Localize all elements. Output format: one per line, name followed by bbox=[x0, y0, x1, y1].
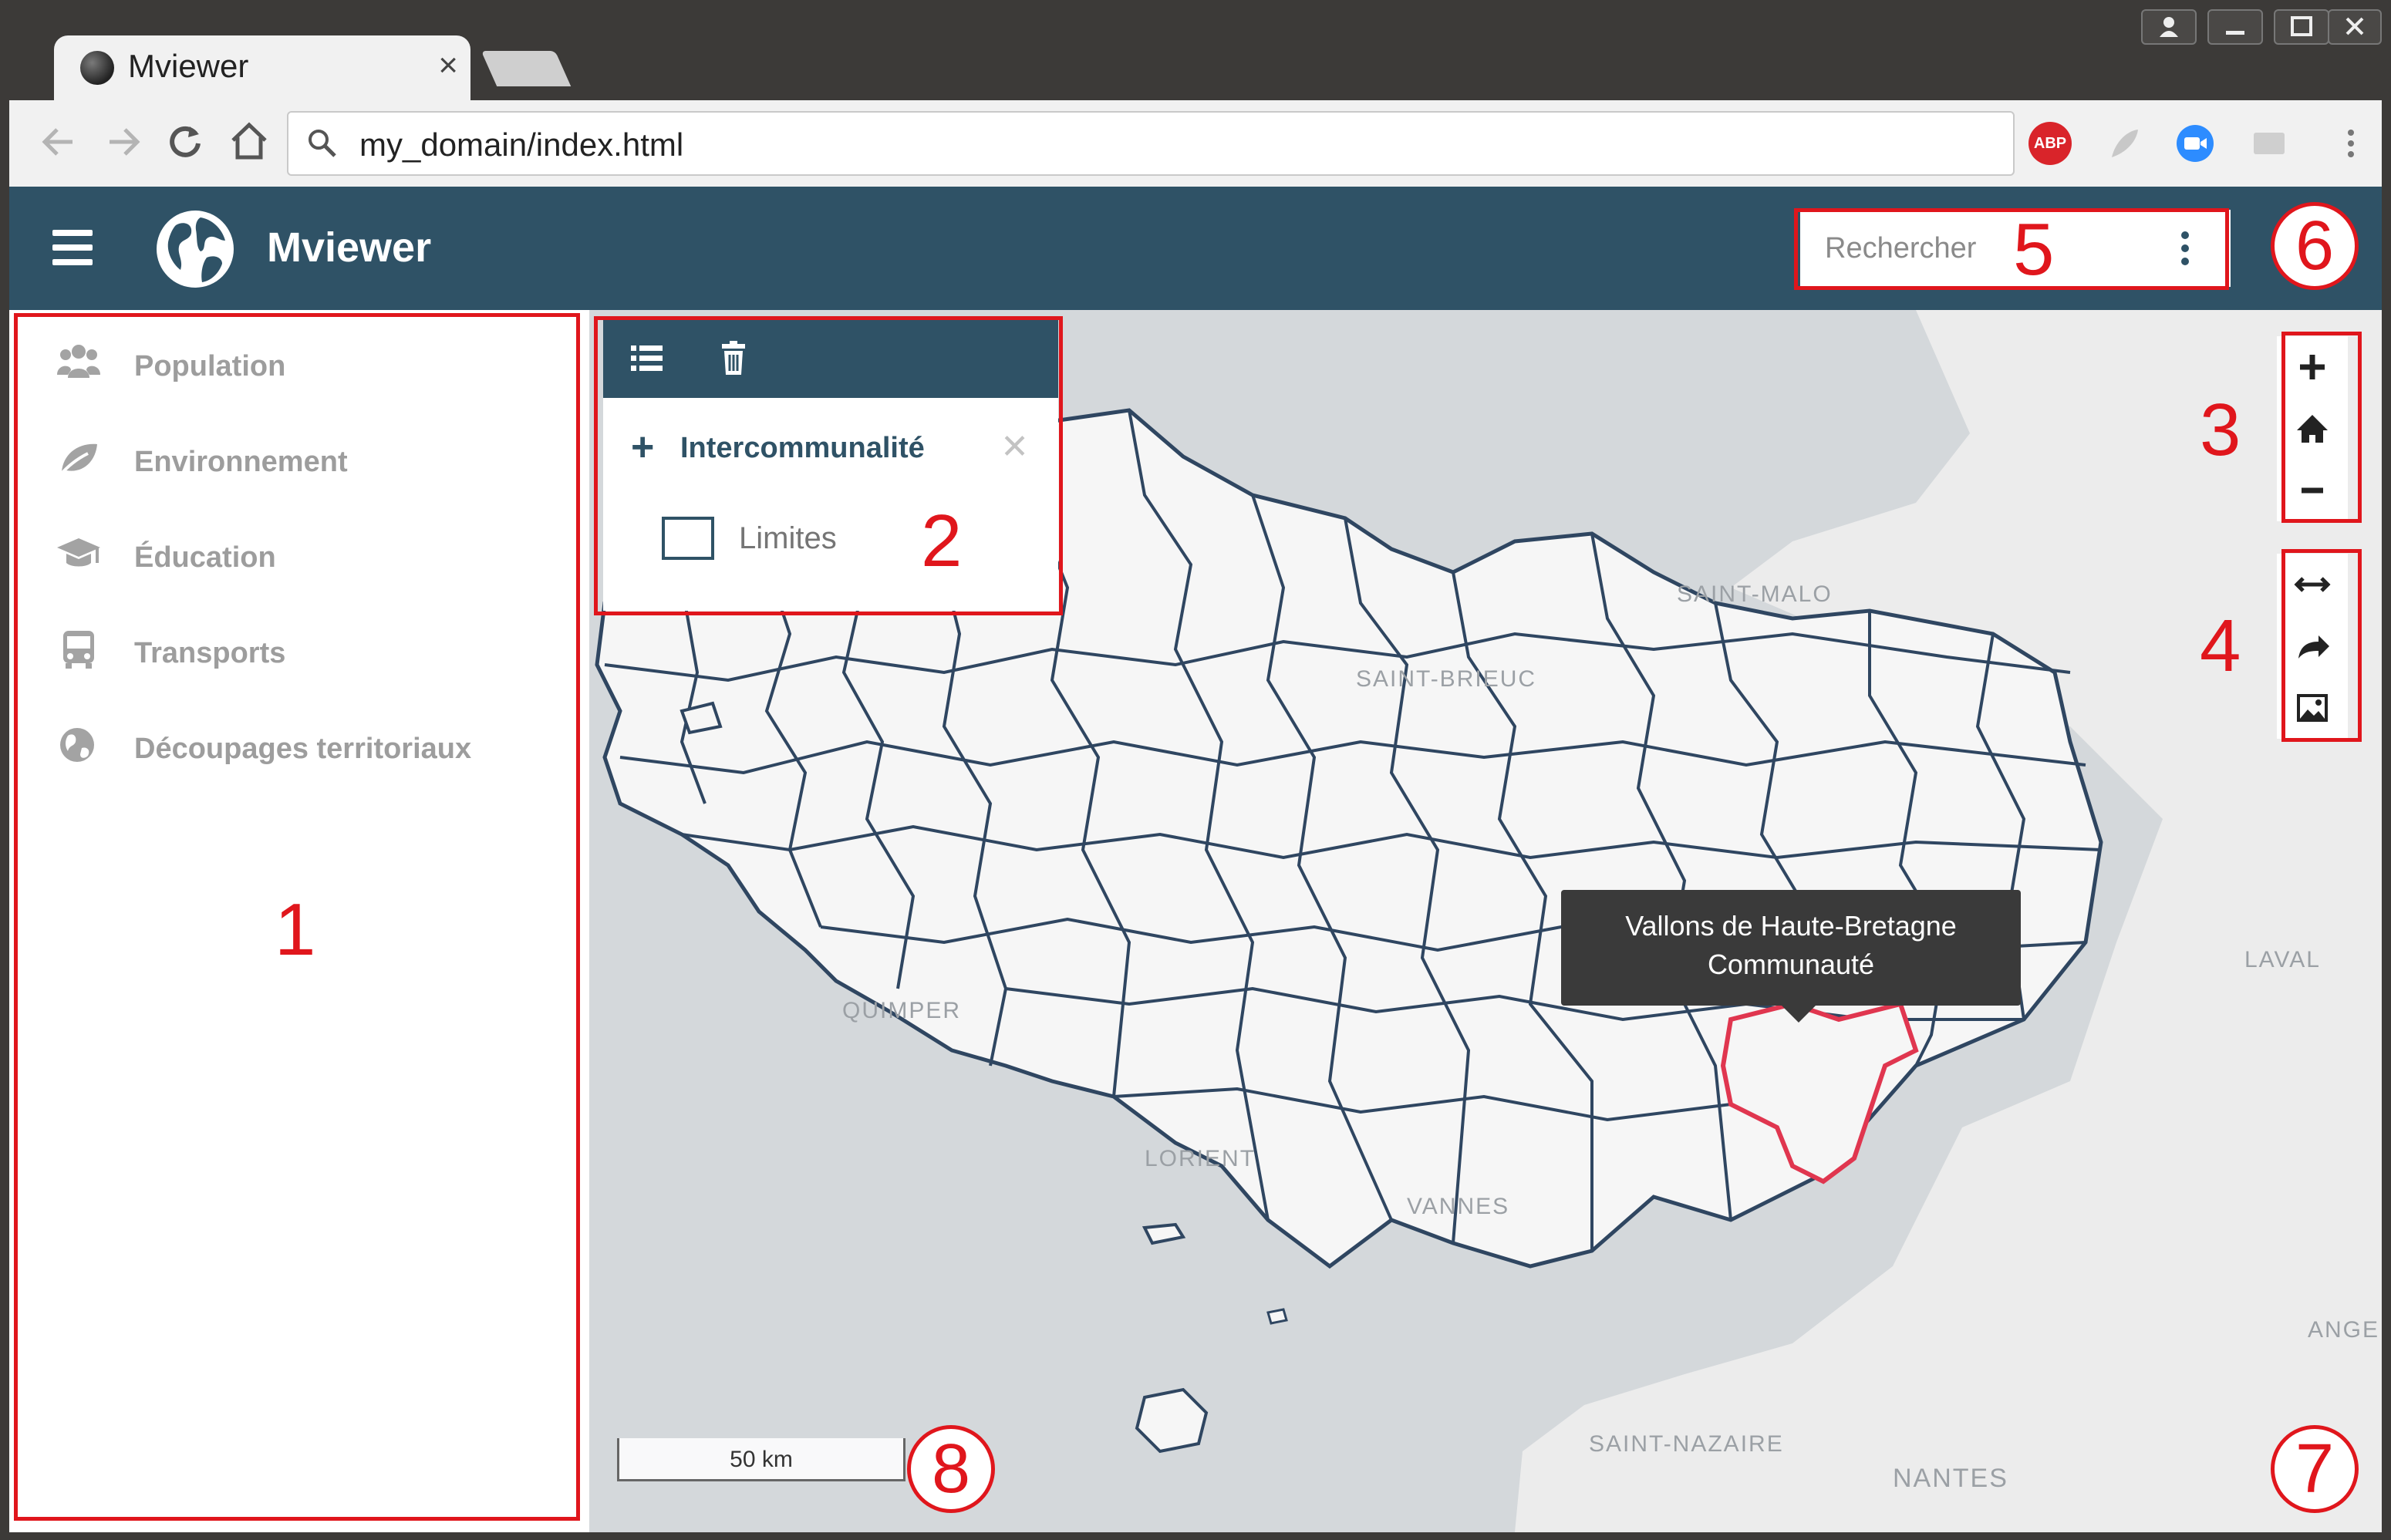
city-label-quimper: QUIMPER bbox=[842, 998, 962, 1023]
tooltip-subtitle: Communauté bbox=[1707, 949, 1875, 980]
browser-titlebar: Mviewer × bbox=[0, 0, 2391, 102]
browser-toolbar: my_domain/index.html ABP bbox=[9, 100, 2382, 187]
search-icon bbox=[309, 130, 336, 157]
hamburger-menu-icon[interactable] bbox=[52, 230, 93, 265]
city-label-saint-malo: SAINT-MALO bbox=[1677, 581, 1833, 607]
annotation-number: 3 bbox=[2200, 389, 2241, 471]
annotation-box-search bbox=[1794, 208, 2229, 290]
annotation-box-layer-panel bbox=[594, 316, 1063, 615]
address-bar[interactable]: my_domain/index.html bbox=[287, 111, 2015, 176]
minimize-window-icon[interactable] bbox=[2207, 9, 2263, 45]
annotation-box-zoom bbox=[2281, 332, 2362, 523]
annotation-number: 4 bbox=[2200, 605, 2241, 687]
scale-bar: 50 km bbox=[617, 1438, 905, 1481]
city-label-laval: LAVAL bbox=[2244, 947, 2321, 972]
tab-close-icon[interactable]: × bbox=[438, 46, 458, 85]
globe-favicon-icon bbox=[80, 51, 114, 85]
city-label-lorient: LORIENT bbox=[1145, 1146, 1256, 1171]
forward-arrow-icon[interactable] bbox=[102, 120, 145, 163]
cast-icon[interactable] bbox=[2248, 122, 2291, 165]
browser-tab[interactable]: Mviewer × bbox=[54, 35, 470, 102]
annotation-number: 1 bbox=[275, 888, 316, 971]
city-label-angers: ANGE bbox=[2308, 1317, 2380, 1343]
annotation-circle: 8 bbox=[907, 1425, 995, 1513]
back-arrow-icon[interactable] bbox=[37, 120, 80, 163]
city-label-vannes: VANNES bbox=[1407, 1194, 1510, 1219]
maximize-window-icon[interactable] bbox=[2274, 9, 2329, 45]
annotation-circle: 6 bbox=[2271, 202, 2359, 290]
globe-logo-icon bbox=[157, 211, 234, 288]
address-url: my_domain/index.html bbox=[359, 126, 684, 163]
app-title: Mviewer bbox=[267, 224, 432, 271]
adblock-plus-icon[interactable]: ABP bbox=[2028, 122, 2072, 165]
close-window-icon[interactable] bbox=[2328, 9, 2382, 45]
tab-title: Mviewer bbox=[128, 48, 249, 84]
feather-icon[interactable] bbox=[2103, 122, 2146, 165]
tooltip-title: Vallons de Haute-Bretagne bbox=[1625, 910, 1957, 942]
reload-icon[interactable] bbox=[164, 120, 207, 163]
city-label-saint-nazaire: SAINT-NAZAIRE bbox=[1589, 1431, 1784, 1457]
home-icon[interactable] bbox=[227, 119, 271, 163]
city-label-nantes: NANTES bbox=[1893, 1464, 2008, 1493]
new-tab-button[interactable] bbox=[481, 51, 572, 86]
video-call-icon[interactable] bbox=[2173, 122, 2217, 165]
city-label-saint-brieuc: SAINT-BRIEUC bbox=[1356, 666, 1537, 692]
annotation-box-tools bbox=[2281, 549, 2362, 742]
profile-icon[interactable] bbox=[2141, 9, 2197, 45]
browser-menu-icon[interactable] bbox=[2329, 122, 2372, 165]
annotation-circle: 7 bbox=[2271, 1425, 2359, 1513]
feature-tooltip: Vallons de Haute-Bretagne Communauté bbox=[1561, 890, 2021, 1023]
annotation-number: 2 bbox=[921, 500, 963, 582]
annotation-number: 5 bbox=[2013, 208, 2055, 291]
